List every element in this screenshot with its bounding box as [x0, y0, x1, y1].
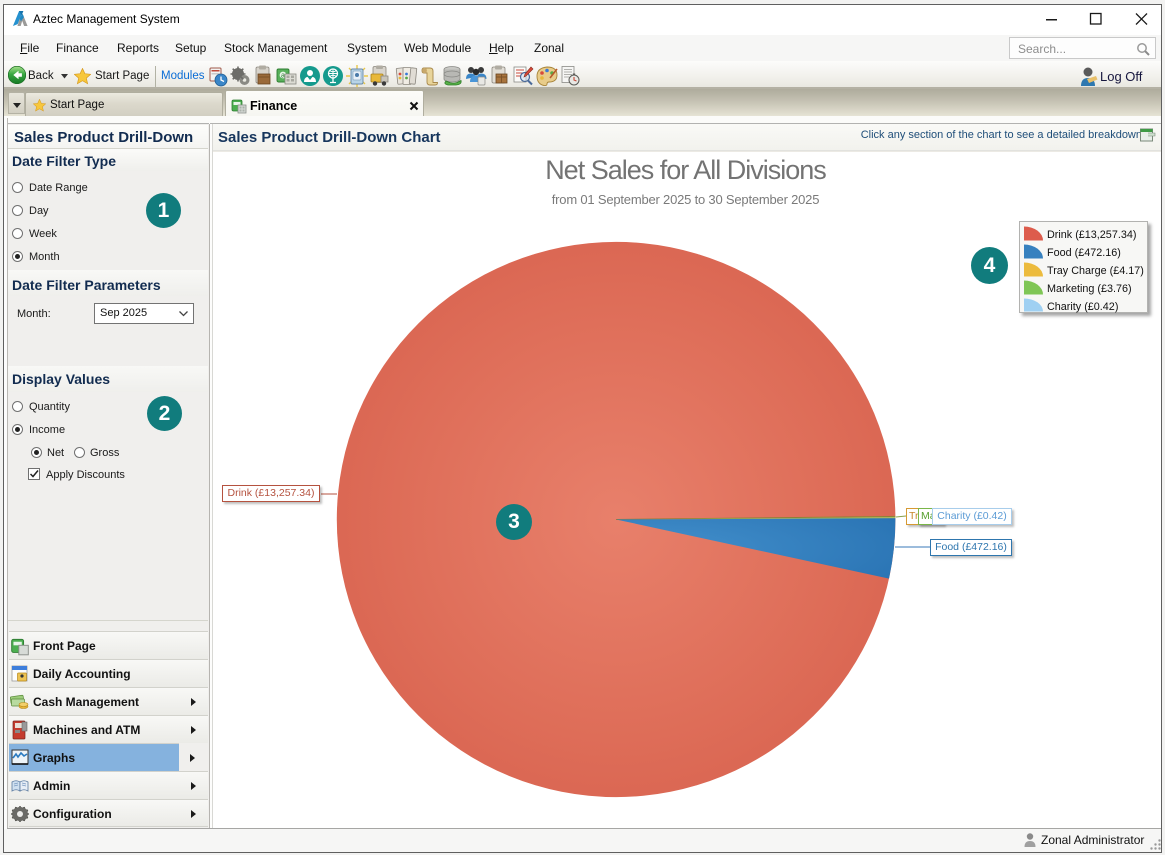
svg-text:a: a	[281, 73, 285, 80]
